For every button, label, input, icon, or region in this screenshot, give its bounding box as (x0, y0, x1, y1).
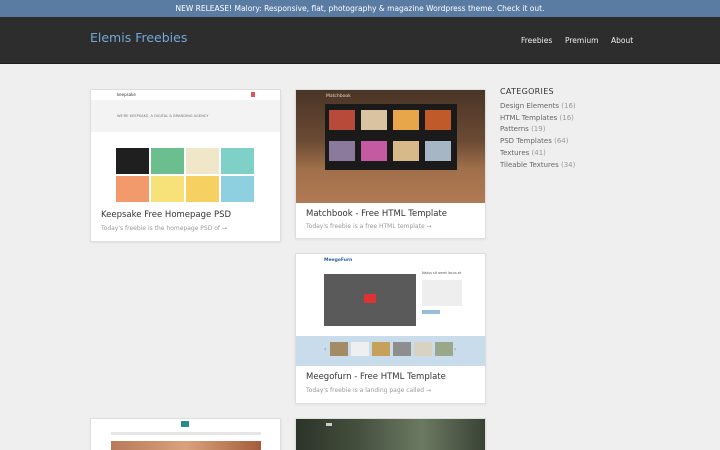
thumb-brand: MeegoFurn (324, 258, 353, 263)
post-card-partial-2[interactable] (295, 418, 486, 450)
post-thumbnail[interactable]: keepsake WE'RE KEEPSAKE, A DIGITAL & BRA… (91, 90, 280, 204)
category-count: (16) (559, 113, 574, 122)
thumb-topbar: keepsake (91, 90, 280, 100)
category-count: (64) (554, 137, 569, 146)
thumb-brand: Matchbook (326, 94, 351, 99)
category-label[interactable]: PSD Templates (500, 137, 552, 145)
category-label[interactable]: Tileable Textures (500, 161, 559, 169)
category-item[interactable]: PSD Templates (64) (500, 136, 640, 148)
site-header: Elemis Freebies Freebies Premium About (0, 17, 720, 64)
category-count: (19) (531, 125, 546, 134)
post-thumbnail[interactable]: Matchbook (296, 90, 485, 203)
category-label[interactable]: HTML Templates (500, 114, 557, 122)
post-title[interactable]: Keepsake Free Homepage PSD (101, 210, 231, 220)
categories-heading: CATEGORIES (500, 87, 554, 96)
nav-premium[interactable]: Premium (565, 36, 598, 45)
thumb-heading: Natus sit amet lacus et (422, 271, 462, 275)
post-card-matchbook[interactable]: Matchbook Matchbook - Free HTML Template… (295, 89, 486, 239)
category-item[interactable]: Design Elements (16) (500, 101, 640, 113)
category-item[interactable]: Textures (41) (500, 148, 640, 160)
thumb-brand: keepsake (117, 92, 136, 97)
post-thumbnail[interactable]: MeegoFurn Natus sit amet lacus et ‹ › (296, 254, 485, 368)
nav-about[interactable]: About (611, 36, 633, 45)
category-item[interactable]: Tileable Textures (34) (500, 160, 640, 172)
category-label[interactable]: Design Elements (500, 102, 559, 110)
post-excerpt[interactable]: Today's freebie is a free HTML template … (306, 223, 432, 230)
category-count: (41) (531, 148, 546, 157)
category-label[interactable]: Textures (500, 149, 529, 157)
announcement-bar[interactable]: NEW RELEASE! Malory: Responsive, flat, p… (0, 0, 720, 17)
post-thumbnail[interactable] (296, 419, 485, 450)
thumb-gallery-panel (325, 104, 457, 170)
nav-freebies[interactable]: Freebies (521, 36, 552, 45)
category-count: (34) (560, 160, 576, 169)
categories-sidebar: CATEGORIES Design Elements (16) HTML Tem… (500, 87, 640, 171)
thumb-hero: Natus sit amet lacus et (296, 268, 485, 338)
post-title[interactable]: Matchbook - Free HTML Template (306, 209, 447, 219)
thumb-carousel: ‹ › (296, 336, 485, 366)
post-excerpt[interactable]: Today's freebie is a landing page called… (306, 387, 431, 394)
category-item[interactable]: HTML Templates (16) (500, 113, 640, 125)
thumb-tagline: WE'RE KEEPSAKE, A DIGITAL & BRANDING AGE… (117, 114, 209, 118)
site-logo[interactable]: Elemis Freebies (90, 30, 187, 45)
post-card-keepsake[interactable]: keepsake WE'RE KEEPSAKE, A DIGITAL & BRA… (90, 89, 281, 242)
post-excerpt[interactable]: Today's freebie is the homepage PSD of → (101, 225, 227, 232)
category-item[interactable]: Patterns (19) (500, 124, 640, 136)
post-title[interactable]: Meegofurn - Free HTML Template (306, 372, 446, 382)
categories-list: Design Elements (16) HTML Templates (16)… (500, 101, 640, 171)
post-thumbnail[interactable] (91, 419, 280, 450)
thumb-hero-band: WE'RE KEEPSAKE, A DIGITAL & BRANDING AGE… (91, 100, 280, 132)
post-card-meegofurn[interactable]: MeegoFurn Natus sit amet lacus et ‹ › Me… (295, 253, 486, 404)
post-card-partial-1[interactable] (90, 418, 281, 450)
category-count: (16) (561, 102, 576, 110)
category-label[interactable]: Patterns (500, 125, 529, 133)
